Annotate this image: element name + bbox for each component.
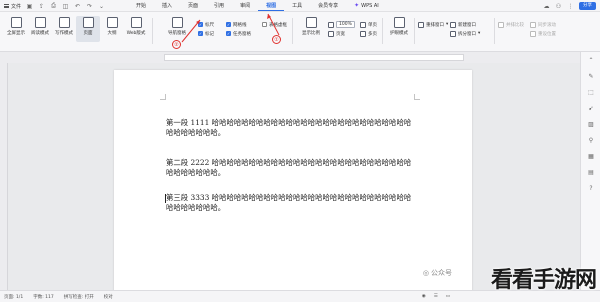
menu-left-group: 文件 ▣ ⇪ ⎙ ◫ ↶ ↷ ⌄ [4, 2, 105, 10]
status-left: 页面: 1/1 字数: 117 拼写检查: 打开 校对 [4, 294, 113, 300]
watermark-small: ◎ 公众号 [423, 268, 452, 278]
tab-wps-ai-label: WPS AI [361, 3, 379, 9]
word-count[interactable]: 字数: 117 [33, 294, 54, 300]
text-cursor [165, 194, 166, 203]
margin-corner [414, 94, 420, 100]
view-ribbon: 全屏显示 阅读模式 写作模式 页面 大纲 Web版式 导航窗格 ✓ 标尺 ✓ 标… [0, 12, 600, 52]
pointer-icon[interactable]: ➹ [587, 104, 595, 112]
menu-bar: 文件 ▣ ⇪ ⎙ ◫ ↶ ↷ ⌄ 开始 插入 页面 引用 审阅 视图 工具 会员… [0, 0, 600, 12]
print-icon[interactable]: ⎙ [50, 2, 57, 10]
image-icon[interactable]: ▨ [587, 120, 595, 128]
watermark-big-text: 看看手游网 [490, 268, 597, 293]
watermark-big: 看看手游网 [490, 262, 597, 294]
paragraph-2[interactable]: 第二段 2222 哈哈哈哈哈哈哈哈哈哈哈哈哈哈哈哈哈哈哈哈哈哈哈哈哈哈哈哈哈哈哈… [166, 158, 414, 178]
tab-view[interactable]: 视图 [258, 1, 285, 11]
watermark-small-text: 公众号 [431, 269, 452, 277]
eye-status-icon[interactable]: ◉ [422, 294, 426, 299]
proofread-status[interactable]: 校对 [104, 294, 113, 300]
tab-page[interactable]: 页面 [180, 1, 206, 11]
tab-reference[interactable]: 引用 [206, 1, 232, 11]
select-icon[interactable]: ⬚ [587, 88, 595, 96]
page-view-status-icon[interactable]: ▭ [446, 294, 450, 299]
pin-icon[interactable]: ⚲ [587, 136, 595, 144]
layout-icon[interactable]: ▦ [587, 152, 595, 160]
redo-icon[interactable]: ↷ [86, 3, 93, 10]
ribbon-tabs: 开始 插入 页面 引用 审阅 视图 工具 会员专享 ✦ WPS AI [128, 1, 387, 11]
tab-wps-ai[interactable]: ✦ WPS AI [346, 1, 387, 11]
menu-right-group: ☁ ⚇ ⋮ 分享 [543, 2, 596, 10]
help-icon[interactable]: ? [587, 184, 595, 192]
tab-review[interactable]: 审阅 [232, 1, 258, 11]
margin-corner [160, 94, 166, 100]
export-icon[interactable]: ⇪ [38, 3, 45, 10]
horizontal-ruler[interactable] [0, 52, 600, 63]
more-chevron-icon[interactable]: ⌄ [98, 3, 105, 10]
doc-icon[interactable]: ▤ [587, 168, 595, 176]
preview-icon[interactable]: ◫ [62, 3, 69, 10]
collapse-icon[interactable]: ⌃ [587, 56, 595, 64]
page-count[interactable]: 页面: 1/1 [4, 294, 23, 300]
right-sidebar: ⌃ ✎ ⬚ ➹ ▨ ⚲ ▦ ▤ ? [580, 52, 600, 290]
tab-start[interactable]: 开始 [128, 1, 154, 11]
spell-check-status[interactable]: 拼写检查: 打开 [64, 294, 94, 300]
paragraph-1[interactable]: 第一段 1111 哈哈哈哈哈哈哈哈哈哈哈哈哈哈哈哈哈哈哈哈哈哈哈哈哈哈哈哈哈哈哈… [166, 118, 414, 138]
document-page[interactable]: 第一段 1111 哈哈哈哈哈哈哈哈哈哈哈哈哈哈哈哈哈哈哈哈哈哈哈哈哈哈哈哈哈哈哈… [114, 70, 472, 290]
wechat-icon: ◎ [422, 269, 429, 277]
document-area[interactable]: 第一段 1111 哈哈哈哈哈哈哈哈哈哈哈哈哈哈哈哈哈哈哈哈哈哈哈哈哈哈哈哈哈哈哈… [8, 63, 580, 290]
undo-icon[interactable]: ↶ [74, 3, 81, 10]
tab-member[interactable]: 会员专享 [310, 1, 346, 11]
user-icon[interactable]: ⚇ [555, 3, 562, 10]
annotation-arrow-2 [181, 19, 201, 43]
status-right: ◉ ☰ ▭ [422, 294, 450, 299]
tab-tools[interactable]: 工具 [284, 1, 310, 11]
more-icon[interactable]: ⋮ [567, 3, 574, 10]
vertical-ruler[interactable] [0, 63, 8, 290]
list-view-icon[interactable]: ☰ [434, 294, 438, 299]
cloud-icon[interactable]: ☁ [543, 3, 550, 10]
save-icon[interactable]: ▣ [26, 3, 33, 10]
hamburger-icon [4, 4, 9, 8]
edit-icon[interactable]: ✎ [587, 72, 595, 80]
file-menu-button[interactable]: 文件 [4, 3, 21, 10]
paragraph-3[interactable]: 第三段 3333 哈哈哈哈哈哈哈哈哈哈哈哈哈哈哈哈哈哈哈哈哈哈哈哈哈哈哈哈哈哈哈… [166, 193, 414, 213]
tab-insert[interactable]: 插入 [154, 1, 180, 11]
ruler-strip [164, 54, 464, 61]
annotation-arrows [181, 13, 280, 43]
ai-spark-icon: ✦ [354, 2, 360, 9]
file-menu-label: 文件 [11, 3, 22, 10]
share-button[interactable]: 分享 [579, 2, 596, 10]
